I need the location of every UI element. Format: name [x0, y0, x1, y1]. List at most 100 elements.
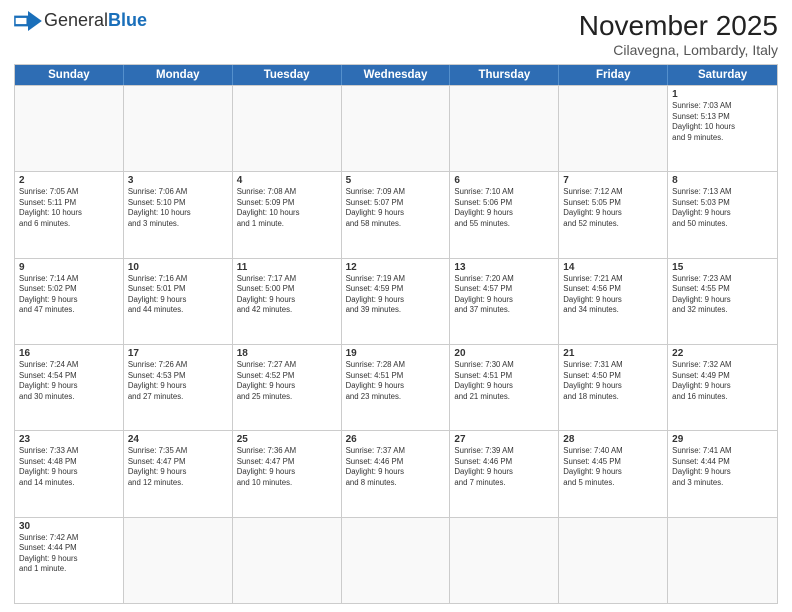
cell-info: Sunrise: 7:19 AM Sunset: 4:59 PM Dayligh… — [346, 274, 446, 316]
calendar-cell: 2Sunrise: 7:05 AM Sunset: 5:11 PM Daylig… — [15, 172, 124, 257]
day-number: 19 — [346, 348, 446, 359]
page: GeneralBlue November 2025 Cilavegna, Lom… — [0, 0, 792, 612]
day-number: 16 — [19, 348, 119, 359]
day-number: 26 — [346, 434, 446, 445]
cell-info: Sunrise: 7:17 AM Sunset: 5:00 PM Dayligh… — [237, 274, 337, 316]
month-title: November 2025 — [579, 10, 778, 42]
cell-info: Sunrise: 7:24 AM Sunset: 4:54 PM Dayligh… — [19, 360, 119, 402]
day-number: 29 — [672, 434, 773, 445]
day-number: 18 — [237, 348, 337, 359]
cell-info: Sunrise: 7:28 AM Sunset: 4:51 PM Dayligh… — [346, 360, 446, 402]
calendar-cell: 30Sunrise: 7:42 AM Sunset: 4:44 PM Dayli… — [15, 518, 124, 603]
calendar-cell: 8Sunrise: 7:13 AM Sunset: 5:03 PM Daylig… — [668, 172, 777, 257]
cell-info: Sunrise: 7:35 AM Sunset: 4:47 PM Dayligh… — [128, 446, 228, 488]
calendar-cell — [15, 86, 124, 171]
weekday-header-tuesday: Tuesday — [233, 65, 342, 85]
calendar-cell: 11Sunrise: 7:17 AM Sunset: 5:00 PM Dayli… — [233, 259, 342, 344]
day-number: 7 — [563, 175, 663, 186]
calendar-row-5: 30Sunrise: 7:42 AM Sunset: 4:44 PM Dayli… — [15, 517, 777, 603]
day-number: 13 — [454, 262, 554, 273]
logo: GeneralBlue — [14, 10, 147, 31]
day-number: 14 — [563, 262, 663, 273]
day-number: 22 — [672, 348, 773, 359]
day-number: 21 — [563, 348, 663, 359]
cell-info: Sunrise: 7:14 AM Sunset: 5:02 PM Dayligh… — [19, 274, 119, 316]
calendar-cell: 16Sunrise: 7:24 AM Sunset: 4:54 PM Dayli… — [15, 345, 124, 430]
cell-info: Sunrise: 7:21 AM Sunset: 4:56 PM Dayligh… — [563, 274, 663, 316]
cell-info: Sunrise: 7:03 AM Sunset: 5:13 PM Dayligh… — [672, 101, 773, 143]
calendar-cell: 17Sunrise: 7:26 AM Sunset: 4:53 PM Dayli… — [124, 345, 233, 430]
calendar: SundayMondayTuesdayWednesdayThursdayFrid… — [14, 64, 778, 604]
day-number: 1 — [672, 89, 773, 100]
cell-info: Sunrise: 7:09 AM Sunset: 5:07 PM Dayligh… — [346, 187, 446, 229]
calendar-cell: 22Sunrise: 7:32 AM Sunset: 4:49 PM Dayli… — [668, 345, 777, 430]
weekday-header-saturday: Saturday — [668, 65, 777, 85]
calendar-cell: 4Sunrise: 7:08 AM Sunset: 5:09 PM Daylig… — [233, 172, 342, 257]
calendar-row-4: 23Sunrise: 7:33 AM Sunset: 4:48 PM Dayli… — [15, 430, 777, 516]
calendar-cell: 10Sunrise: 7:16 AM Sunset: 5:01 PM Dayli… — [124, 259, 233, 344]
cell-info: Sunrise: 7:30 AM Sunset: 4:51 PM Dayligh… — [454, 360, 554, 402]
day-number: 8 — [672, 175, 773, 186]
calendar-cell: 20Sunrise: 7:30 AM Sunset: 4:51 PM Dayli… — [450, 345, 559, 430]
calendar-cell: 24Sunrise: 7:35 AM Sunset: 4:47 PM Dayli… — [124, 431, 233, 516]
calendar-cell: 21Sunrise: 7:31 AM Sunset: 4:50 PM Dayli… — [559, 345, 668, 430]
calendar-cell — [233, 518, 342, 603]
cell-info: Sunrise: 7:27 AM Sunset: 4:52 PM Dayligh… — [237, 360, 337, 402]
calendar-cell — [124, 86, 233, 171]
cell-info: Sunrise: 7:05 AM Sunset: 5:11 PM Dayligh… — [19, 187, 119, 229]
calendar-cell: 28Sunrise: 7:40 AM Sunset: 4:45 PM Dayli… — [559, 431, 668, 516]
day-number: 17 — [128, 348, 228, 359]
calendar-header: SundayMondayTuesdayWednesdayThursdayFrid… — [15, 65, 777, 85]
day-number: 6 — [454, 175, 554, 186]
day-number: 2 — [19, 175, 119, 186]
day-number: 15 — [672, 262, 773, 273]
cell-info: Sunrise: 7:39 AM Sunset: 4:46 PM Dayligh… — [454, 446, 554, 488]
day-number: 5 — [346, 175, 446, 186]
calendar-cell — [450, 518, 559, 603]
cell-info: Sunrise: 7:32 AM Sunset: 4:49 PM Dayligh… — [672, 360, 773, 402]
calendar-cell: 12Sunrise: 7:19 AM Sunset: 4:59 PM Dayli… — [342, 259, 451, 344]
weekday-header-wednesday: Wednesday — [342, 65, 451, 85]
calendar-cell: 23Sunrise: 7:33 AM Sunset: 4:48 PM Dayli… — [15, 431, 124, 516]
calendar-cell — [450, 86, 559, 171]
calendar-cell: 7Sunrise: 7:12 AM Sunset: 5:05 PM Daylig… — [559, 172, 668, 257]
calendar-cell: 26Sunrise: 7:37 AM Sunset: 4:46 PM Dayli… — [342, 431, 451, 516]
calendar-cell: 5Sunrise: 7:09 AM Sunset: 5:07 PM Daylig… — [342, 172, 451, 257]
cell-info: Sunrise: 7:36 AM Sunset: 4:47 PM Dayligh… — [237, 446, 337, 488]
cell-info: Sunrise: 7:08 AM Sunset: 5:09 PM Dayligh… — [237, 187, 337, 229]
cell-info: Sunrise: 7:10 AM Sunset: 5:06 PM Dayligh… — [454, 187, 554, 229]
calendar-cell: 29Sunrise: 7:41 AM Sunset: 4:44 PM Dayli… — [668, 431, 777, 516]
logo-text: GeneralBlue — [44, 10, 147, 31]
cell-info: Sunrise: 7:26 AM Sunset: 4:53 PM Dayligh… — [128, 360, 228, 402]
calendar-cell: 13Sunrise: 7:20 AM Sunset: 4:57 PM Dayli… — [450, 259, 559, 344]
calendar-cell — [559, 518, 668, 603]
title-area: November 2025 Cilavegna, Lombardy, Italy — [579, 10, 778, 58]
calendar-cell: 18Sunrise: 7:27 AM Sunset: 4:52 PM Dayli… — [233, 345, 342, 430]
calendar-cell — [668, 518, 777, 603]
calendar-body: 1Sunrise: 7:03 AM Sunset: 5:13 PM Daylig… — [15, 85, 777, 603]
calendar-row-3: 16Sunrise: 7:24 AM Sunset: 4:54 PM Dayli… — [15, 344, 777, 430]
calendar-row-2: 9Sunrise: 7:14 AM Sunset: 5:02 PM Daylig… — [15, 258, 777, 344]
cell-info: Sunrise: 7:20 AM Sunset: 4:57 PM Dayligh… — [454, 274, 554, 316]
day-number: 30 — [19, 521, 119, 532]
cell-info: Sunrise: 7:06 AM Sunset: 5:10 PM Dayligh… — [128, 187, 228, 229]
calendar-cell: 3Sunrise: 7:06 AM Sunset: 5:10 PM Daylig… — [124, 172, 233, 257]
weekday-header-monday: Monday — [124, 65, 233, 85]
day-number: 11 — [237, 262, 337, 273]
calendar-cell: 9Sunrise: 7:14 AM Sunset: 5:02 PM Daylig… — [15, 259, 124, 344]
calendar-cell: 6Sunrise: 7:10 AM Sunset: 5:06 PM Daylig… — [450, 172, 559, 257]
day-number: 9 — [19, 262, 119, 273]
cell-info: Sunrise: 7:16 AM Sunset: 5:01 PM Dayligh… — [128, 274, 228, 316]
calendar-cell — [124, 518, 233, 603]
cell-info: Sunrise: 7:33 AM Sunset: 4:48 PM Dayligh… — [19, 446, 119, 488]
calendar-cell: 25Sunrise: 7:36 AM Sunset: 4:47 PM Dayli… — [233, 431, 342, 516]
day-number: 28 — [563, 434, 663, 445]
cell-info: Sunrise: 7:31 AM Sunset: 4:50 PM Dayligh… — [563, 360, 663, 402]
day-number: 20 — [454, 348, 554, 359]
logo-area: GeneralBlue — [14, 10, 147, 31]
calendar-cell — [342, 518, 451, 603]
day-number: 27 — [454, 434, 554, 445]
weekday-header-friday: Friday — [559, 65, 668, 85]
day-number: 12 — [346, 262, 446, 273]
day-number: 10 — [128, 262, 228, 273]
